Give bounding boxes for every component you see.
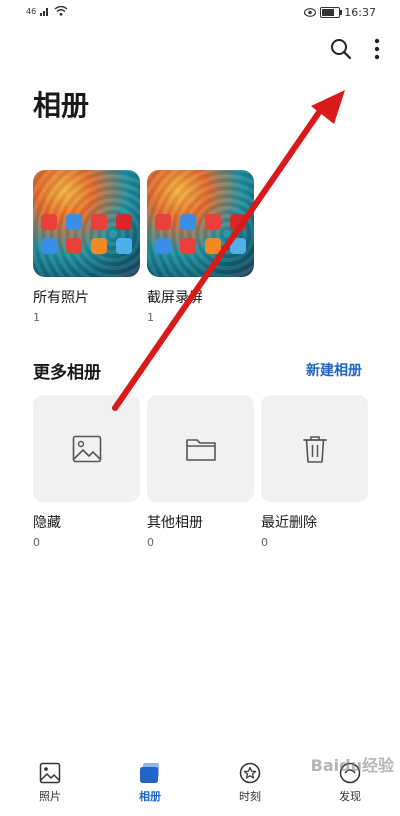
album-name: 隐藏 <box>33 515 61 531</box>
signal-label: 46 <box>26 6 37 16</box>
page-title: 相册 <box>33 89 90 122</box>
album-tile <box>147 395 254 502</box>
album-name: 其他相册 <box>147 515 203 531</box>
album-card-all-photos[interactable]: 所有照片 1 <box>33 170 140 324</box>
album-count: 0 <box>33 536 40 549</box>
nav-label: 相册 <box>139 790 161 803</box>
wifi-icon <box>54 6 68 16</box>
album-name: 截屏录屏 <box>147 290 203 306</box>
album-count: 0 <box>261 536 268 549</box>
photo-icon <box>39 762 61 784</box>
nav-item-albums[interactable]: 相册 <box>115 762 185 804</box>
album-card-other[interactable]: 其他相册 0 <box>147 395 254 549</box>
status-bar: 46 16:37 <box>0 0 400 28</box>
image-icon <box>72 435 101 462</box>
more-albums-title: 更多相册 <box>33 363 101 383</box>
album-name: 所有照片 <box>33 290 89 306</box>
new-album-link[interactable]: 新建相册 <box>306 360 362 380</box>
album-card-recently-deleted[interactable]: 最近删除 0 <box>261 395 368 549</box>
album-count: 0 <box>147 536 154 549</box>
album-tile <box>261 395 368 502</box>
nav-item-photos[interactable]: 照片 <box>15 762 85 804</box>
album-card-hidden[interactable]: 隐藏 0 <box>33 395 140 549</box>
album-tile <box>33 395 140 502</box>
star-icon <box>239 762 261 784</box>
nav-item-moments[interactable]: 时刻 <box>215 762 285 804</box>
battery-icon <box>320 7 343 18</box>
search-icon[interactable] <box>330 38 352 60</box>
eye-icon <box>304 8 317 17</box>
album-name: 最近删除 <box>261 515 317 531</box>
nav-label: 发现 <box>339 790 361 803</box>
album-card-screenshots[interactable]: 截屏录屏 1 <box>147 170 254 324</box>
status-time: 16:37 <box>344 6 376 19</box>
album-thumbnail <box>147 170 254 277</box>
nav-label: 照片 <box>39 790 61 803</box>
signal-icon <box>40 8 49 16</box>
album-count: 1 <box>147 311 154 324</box>
folder-icon <box>185 438 216 461</box>
albums-icon <box>140 763 159 783</box>
more-options-icon[interactable] <box>374 38 380 60</box>
trash-icon <box>302 435 327 463</box>
album-thumbnail <box>33 170 140 277</box>
nav-label: 时刻 <box>239 790 261 803</box>
album-count: 1 <box>33 311 40 324</box>
top-actions <box>330 38 380 60</box>
watermark: Baidu经验 <box>310 756 394 775</box>
